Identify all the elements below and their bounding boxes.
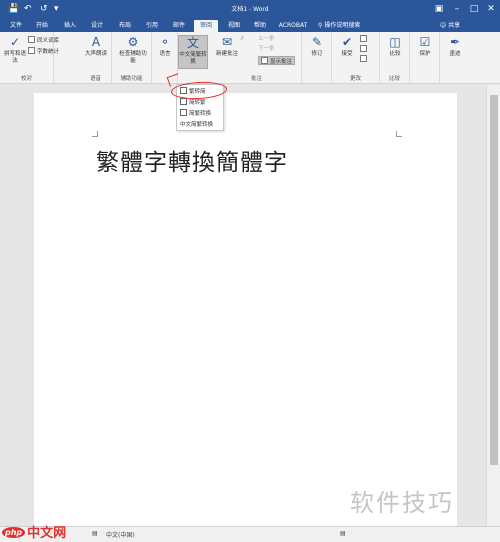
view-icon[interactable]: ▤ <box>340 530 346 537</box>
next-comment-button[interactable]: 下一条 <box>258 45 275 54</box>
menu-item-simplified-to-traditional[interactable]: 简转繁 <box>180 98 206 108</box>
chinese-conversion-icon: 文 <box>186 36 199 50</box>
reject-button[interactable] <box>360 35 369 44</box>
track-changes-button[interactable]: ✎ 修订 <box>306 35 328 58</box>
delete-comment-button[interactable]: ✗ <box>240 35 245 44</box>
proofing-icon[interactable]: ▤ <box>92 530 98 537</box>
group-label: 语音 <box>89 76 101 82</box>
tab-layout[interactable]: 布局 <box>115 20 135 32</box>
tab-review[interactable]: 审阅 <box>194 20 218 32</box>
next-change-button[interactable] <box>360 55 369 64</box>
document-text[interactable]: 繁體字轉換簡體字 <box>96 143 288 177</box>
page-corner-mark <box>92 131 98 137</box>
accept-button[interactable]: ✔ 接受 <box>336 35 358 58</box>
php-logo: php <box>2 527 26 538</box>
compare-icon: ◫ <box>389 35 401 49</box>
group-accessibility: ⚙ 检查辅助功能 辅助功能 <box>112 32 152 84</box>
tab-file[interactable]: 文件 <box>6 20 26 32</box>
language-button[interactable]: ⚬ 语言 <box>154 35 176 58</box>
previous-change-button[interactable] <box>360 45 369 54</box>
watermark-left: php 中文网 <box>2 522 66 541</box>
group-comments: ✉ 新建批注 ✗ 上一条 下一条 显示批注 批注 <box>212 32 302 84</box>
accessibility-icon: ⚙ <box>127 35 139 49</box>
person-icon: ☺ <box>440 22 449 29</box>
group-compare: ◫ 比较 比较 <box>380 32 410 84</box>
tab-insert[interactable]: 插入 <box>60 20 80 32</box>
scrollbar-thumb[interactable] <box>490 95 498 465</box>
group-label: 辅助功能 <box>120 76 143 82</box>
group-chinese-conversion: 文 中文简繁转换 <box>178 32 212 84</box>
status-bar: ▤ 中文(中国) ▤ <box>0 526 500 542</box>
group-label: 比较 <box>388 76 400 82</box>
track-changes-icon: ✎ <box>311 35 323 49</box>
new-comment-button[interactable]: ✉ 新建批注 <box>216 35 238 58</box>
abc-icon <box>28 47 35 54</box>
group-tracking: ✎ 修订 <box>302 32 332 84</box>
protect-button[interactable]: ☑ 保护 <box>414 35 436 58</box>
globe-icon: ⚬ <box>159 35 171 49</box>
tab-design[interactable]: 设计 <box>87 20 107 32</box>
tell-me-search[interactable]: ⚲ 操作说明搜索 <box>318 20 360 32</box>
tab-mailings[interactable]: 邮件 <box>169 20 189 32</box>
tab-references[interactable]: 引用 <box>142 20 162 32</box>
comment-icon: ✉ <box>221 35 233 49</box>
pen-icon: ✒ <box>449 35 461 49</box>
ribbon-display-icon[interactable]: ▣ <box>430 2 448 16</box>
window-title: 文档1 - Word <box>231 6 269 13</box>
tab-home[interactable]: 开始 <box>32 20 52 32</box>
group-label: 批注 <box>250 76 262 82</box>
page-corner-mark <box>396 131 402 137</box>
read-aloud-icon: A <box>91 35 101 49</box>
watermark-right: 软件技巧 <box>350 489 454 517</box>
title-bar: 💾 ↶ ↺ ▾ 文档1 - Word ▣ – □ ✕ <box>0 0 500 19</box>
reject-icon <box>360 35 367 42</box>
group-proofing: ✓ 拼写和语法 同义词库 字数统计 校对 <box>0 32 59 84</box>
thesaurus-button[interactable]: 同义词库 <box>28 36 59 45</box>
next-icon <box>360 55 367 62</box>
group-label: 更改 <box>349 76 361 82</box>
show-comments-icon <box>261 57 268 64</box>
menu-item-convert[interactable]: 简繁转换 <box>180 109 211 119</box>
delete-icon: ✗ <box>240 36 245 42</box>
convert-icon <box>180 109 187 116</box>
ribbon-review: ✓ 拼写和语法 同义词库 字数统计 校对 A 大声朗读 语音 ⚙ 检查辅助功能 … <box>0 32 500 84</box>
status-language[interactable]: 中文(中国) <box>106 530 135 539</box>
compare-button[interactable]: ◫ 比较 <box>384 35 406 58</box>
minimize-icon[interactable]: – <box>448 2 466 16</box>
accept-icon: ✔ <box>341 35 353 49</box>
vertical-scrollbar[interactable] <box>486 85 500 526</box>
tab-acrobat[interactable]: ACROBAT <box>276 20 310 32</box>
ink-button[interactable]: ✒ 墨迹 <box>444 35 466 58</box>
lock-icon: ☑ <box>419 35 431 49</box>
tab-help[interactable]: 帮助 <box>250 20 270 32</box>
chinese-conversion-button[interactable]: 文 中文简繁转换 <box>178 35 208 69</box>
maximize-icon[interactable]: □ <box>465 2 483 16</box>
menu-item-chinese-conversion[interactable]: 中文简繁转换 <box>180 120 213 130</box>
group-changes: ✔ 接受 更改 <box>332 32 380 84</box>
spelling-grammar-button[interactable]: ✓ 拼写和语法 <box>2 35 28 64</box>
share-button[interactable]: ☺ 共享 <box>440 20 460 32</box>
group-ink: ✒ 墨迹 <box>440 32 470 84</box>
read-aloud-button[interactable]: A 大声朗读 <box>84 35 108 58</box>
word-count-button[interactable]: 字数统计 <box>28 47 59 56</box>
spelling-check-icon: ✓ <box>9 35 21 49</box>
ribbon-tabs: 文件 开始 插入 设计 布局 引用 邮件 审阅 视图 帮助 ACROBAT ⚲ … <box>0 19 500 32</box>
group-speech: A 大声朗读 语音 <box>80 32 112 84</box>
previous-comment-button[interactable]: 上一条 <box>258 35 275 44</box>
group-protect: ☑ 保护 <box>410 32 440 84</box>
close-icon[interactable]: ✕ <box>482 2 500 16</box>
book-icon <box>28 36 35 43</box>
group-label: 校对 <box>20 76 32 82</box>
check-accessibility-button[interactable]: ⚙ 检查辅助功能 <box>118 35 148 64</box>
tab-view[interactable]: 视图 <box>224 20 244 32</box>
show-comments-button[interactable]: 显示批注 <box>258 56 296 65</box>
convert-icon <box>180 98 187 105</box>
previous-icon <box>360 45 367 52</box>
